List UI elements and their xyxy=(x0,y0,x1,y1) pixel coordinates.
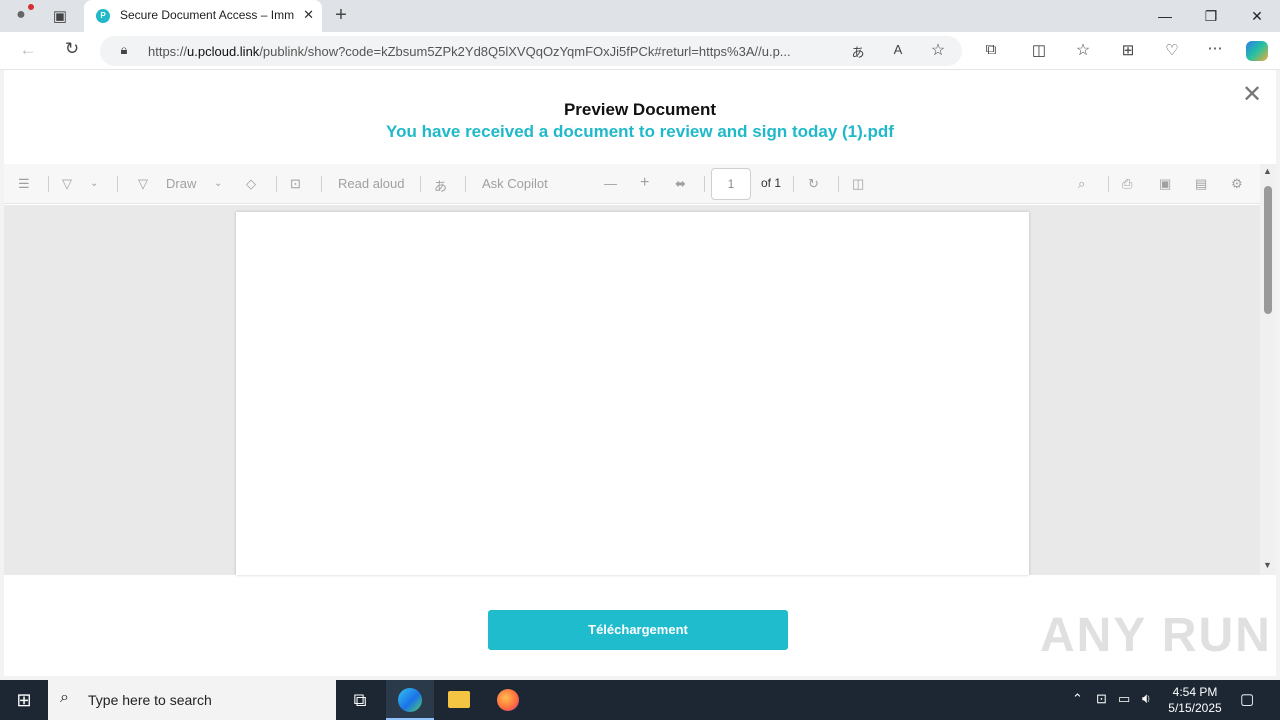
folder-icon xyxy=(448,691,470,708)
modal-title: Preview Document xyxy=(563,100,717,119)
modal-close-icon[interactable]: ✕ xyxy=(1242,80,1262,109)
navigation-bar: ← ↻ 🔒︎ https://u.pcloud.link/publink/sho… xyxy=(0,32,1280,70)
system-clock[interactable]: 4:54 PM 5/15/2025 xyxy=(1160,684,1230,716)
meet-now-icon[interactable]: ⊡ xyxy=(1096,691,1107,707)
chevron-down-icon[interactable]: ⌄ xyxy=(214,178,222,189)
draw-label[interactable]: Draw xyxy=(166,176,196,191)
restore-button[interactable]: ❐ xyxy=(1188,0,1234,32)
save-as-icon[interactable]: ▤ xyxy=(1195,176,1207,192)
firefox-taskbar-icon[interactable] xyxy=(484,680,532,720)
network-icon[interactable]: ▭ xyxy=(1118,691,1130,707)
read-aloud-icon[interactable]: A xyxy=(888,42,908,57)
edge-taskbar-icon[interactable] xyxy=(386,680,434,720)
task-view-icon[interactable]: ⧉ xyxy=(336,680,384,720)
search-placeholder: Type here to search xyxy=(88,692,212,708)
chevron-down-icon[interactable]: ⌄ xyxy=(90,178,98,189)
edge-logo-icon xyxy=(398,688,422,712)
save-icon[interactable]: ▣ xyxy=(1159,176,1171,192)
preview-modal: Preview Document You have received a doc… xyxy=(4,70,1276,676)
toolbar-divider xyxy=(838,176,839,192)
page-content: Preview Document You have received a doc… xyxy=(0,70,1280,680)
new-tab-icon[interactable]: + xyxy=(330,4,352,27)
file-explorer-icon[interactable] xyxy=(435,680,483,720)
tab-title: Secure Document Access – Imm xyxy=(120,8,295,22)
close-tab-icon[interactable]: ✕ xyxy=(303,7,314,23)
notification-dot xyxy=(28,4,34,10)
page-number-input[interactable]: 1 xyxy=(711,168,751,200)
taskbar: ⊞ ⌕ Type here to search ⧉ ⌃ ⊡ ▭ 🔉︎ 4:54 … xyxy=(0,680,1280,720)
anyrun-watermark: ANY RUN xyxy=(1040,609,1272,662)
translate-icon[interactable]: あ xyxy=(848,42,868,61)
toolbar-divider xyxy=(793,176,794,192)
read-aloud-button[interactable]: Read aloud xyxy=(338,176,405,191)
pdf-toolbar: ☰ ▽ ⌄ ▽ Draw ⌄ ◇ ⊡ Read aloud あ Ask Copi… xyxy=(4,164,1276,204)
scrollbar-thumb[interactable] xyxy=(1264,186,1272,314)
text-box-icon[interactable]: ⊡ xyxy=(290,176,301,192)
zoom-out-icon[interactable]: — xyxy=(604,176,617,191)
highlight-icon[interactable]: ▽ xyxy=(62,176,72,192)
toolbar-divider xyxy=(704,176,705,192)
taskbar-search[interactable]: ⌕ Type here to search xyxy=(48,680,336,720)
download-button[interactable]: Téléchargement xyxy=(488,610,788,650)
show-hidden-icons-icon[interactable]: ⌃ xyxy=(1072,691,1083,707)
favorites-icon[interactable]: ☆ xyxy=(1072,40,1094,60)
volume-icon[interactable]: 🔉︎ xyxy=(1142,690,1151,707)
more-menu-icon[interactable]: ⋯ xyxy=(1204,39,1226,57)
fit-page-icon[interactable]: ⬌ xyxy=(675,176,686,192)
url-path: /publink/show?code=kZbsum5ZPk2Yd8Q5lXVQq… xyxy=(259,44,791,59)
page-count: of 1 xyxy=(761,176,782,190)
scroll-up-icon[interactable]: ▲ xyxy=(1263,166,1272,176)
windows-start-icon[interactable]: ⊞ xyxy=(0,680,48,720)
back-icon[interactable]: ← xyxy=(16,40,40,60)
toolbar-divider xyxy=(48,176,49,192)
zoom-in-icon[interactable]: + xyxy=(640,174,649,192)
draw-icon[interactable]: ▽ xyxy=(138,176,148,192)
pdf-viewer[interactable] xyxy=(4,205,1260,575)
search-icon: ⌕ xyxy=(60,689,69,706)
settings-gear-icon[interactable]: ⚙ xyxy=(1231,176,1243,192)
lock-icon[interactable]: 🔒︎ xyxy=(116,42,132,58)
pcloud-favicon-icon: P xyxy=(96,9,110,23)
performance-icon[interactable]: ♡ xyxy=(1161,41,1183,59)
collections-icon[interactable]: ⊞ xyxy=(1117,41,1139,59)
print-icon[interactable]: ⎙ xyxy=(1122,176,1132,192)
copilot-icon[interactable] xyxy=(1246,41,1268,61)
url-text[interactable]: https://u.pcloud.link/publink/show?code=… xyxy=(148,44,838,59)
toolbar-divider xyxy=(117,176,118,192)
tab-strip: ● ▣ P Secure Document Access – Imm ✕ + —… xyxy=(0,0,1280,32)
address-bar[interactable]: 🔒︎ https://u.pcloud.link/publink/show?co… xyxy=(100,36,962,66)
url-host: u.pcloud.link xyxy=(187,44,260,59)
tab-actions-icon[interactable]: ▣ xyxy=(50,7,70,25)
url-scheme: https:// xyxy=(148,44,188,59)
ask-copilot-button[interactable]: Ask Copilot xyxy=(482,176,548,191)
extensions-icon[interactable]: ⧉ xyxy=(980,41,1002,58)
pdf-page xyxy=(236,212,1029,575)
contents-icon[interactable]: ☰ xyxy=(18,176,30,192)
clock-date: 5/15/2025 xyxy=(1168,701,1222,715)
translate-icon[interactable]: あ xyxy=(434,176,447,195)
toolbar-divider xyxy=(321,176,322,192)
toolbar-divider xyxy=(1108,176,1109,192)
refresh-icon[interactable]: ↻ xyxy=(60,39,84,59)
rotate-icon[interactable]: ↻ xyxy=(808,176,819,192)
toolbar-divider xyxy=(276,176,277,192)
close-window-button[interactable]: ✕ xyxy=(1234,0,1280,32)
page-view-icon[interactable]: ◫ xyxy=(852,176,864,192)
firefox-logo-icon xyxy=(497,689,519,711)
eraser-icon[interactable]: ◇ xyxy=(246,176,256,192)
minimize-button[interactable]: — xyxy=(1142,0,1188,32)
favorite-star-icon[interactable]: ☆ xyxy=(928,40,948,60)
search-icon[interactable]: ⌕ xyxy=(1078,176,1085,192)
vertical-scrollbar[interactable]: ▲ ▼ xyxy=(1260,164,1276,575)
document-name: You have received a document to review a… xyxy=(386,122,894,141)
clock-time: 4:54 PM xyxy=(1172,685,1218,699)
toolbar-divider xyxy=(465,176,466,192)
scroll-down-icon[interactable]: ▼ xyxy=(1263,560,1272,570)
notification-center-icon[interactable]: ▢ xyxy=(1240,690,1254,708)
split-screen-icon[interactable]: ◫ xyxy=(1028,41,1050,59)
tab-active[interactable]: P Secure Document Access – Imm ✕ xyxy=(84,0,322,32)
toolbar-divider xyxy=(420,176,421,192)
